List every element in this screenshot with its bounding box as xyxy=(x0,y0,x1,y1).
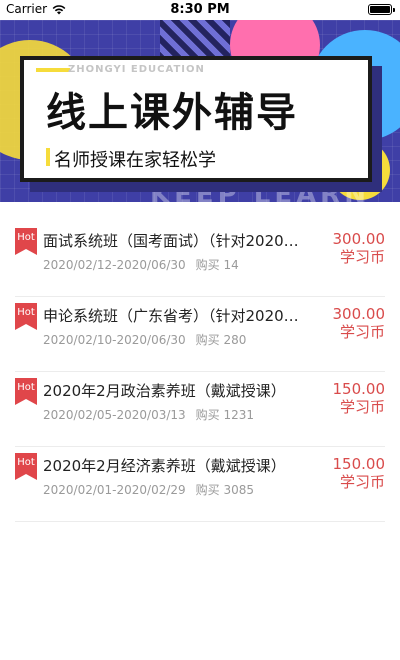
course-buy-count: 购买 1231 xyxy=(195,408,255,422)
banner-english-label: ZHONGYI EDUCATION xyxy=(68,64,205,75)
hot-badge: Hot xyxy=(15,378,37,405)
price-unit: 学习币 xyxy=(339,473,385,491)
price-value: 150.00 xyxy=(332,455,386,473)
hot-badge: Hot xyxy=(15,453,37,480)
status-time: 8:30 PM xyxy=(170,2,230,17)
price-unit: 学习币 xyxy=(339,323,385,341)
banner-subtitle: 名师授课在家轻松学 xyxy=(54,150,216,171)
course-buy-count: 购买 14 xyxy=(195,258,239,272)
course-buy-count: 购买 3085 xyxy=(195,483,255,497)
course-dates: 2020/02/12-2020/06/30 xyxy=(43,258,186,272)
course-dates: 2020/02/01-2020/02/29 xyxy=(43,483,186,497)
course-item[interactable]: Hot 面试系统班（国考面试）（针对2020… 2020/02/12-2020/… xyxy=(15,222,385,297)
banner-accent-bar xyxy=(36,68,70,72)
course-price: 300.00 学习币 xyxy=(333,230,386,266)
banner-deco-stripes xyxy=(160,20,230,60)
banner-subtitle-bar xyxy=(46,148,50,166)
price-value: 300.00 xyxy=(332,230,386,248)
course-meta: 2020/02/12-2020/06/30 购买 14 xyxy=(43,256,239,273)
course-meta: 2020/02/10-2020/06/30 购买 280 xyxy=(43,331,246,348)
price-value: 300.00 xyxy=(332,305,386,323)
course-meta: 2020/02/05-2020/03/13 购买 1231 xyxy=(43,406,254,423)
banner-card: ZHONGYI EDUCATION 线上课外辅导 名师授课在家轻松学 xyxy=(20,56,372,182)
hot-badge: Hot xyxy=(15,228,37,255)
price-unit: 学习币 xyxy=(339,248,385,266)
status-bar: Carrier 8:30 PM xyxy=(0,0,400,20)
promo-banner[interactable]: KEEP LEARN ZHONGYI EDUCATION 线上课外辅导 名师授课… xyxy=(0,20,400,202)
course-price: 150.00 学习币 xyxy=(333,455,386,491)
course-meta: 2020/02/01-2020/02/29 购买 3085 xyxy=(43,481,254,498)
banner-title: 线上课外辅导 xyxy=(46,90,298,136)
price-unit: 学习币 xyxy=(339,398,385,416)
course-item[interactable]: Hot 2020年2月经济素养班（戴斌授课） 2020/02/01-2020/0… xyxy=(15,447,385,522)
course-price: 300.00 学习币 xyxy=(333,305,386,341)
price-value: 150.00 xyxy=(332,380,386,398)
course-title: 面试系统班（国考面试）（针对2020… xyxy=(43,232,299,250)
course-list: Hot 面试系统班（国考面试）（针对2020… 2020/02/12-2020/… xyxy=(15,222,385,522)
course-title: 2020年2月政治素养班（戴斌授课） xyxy=(43,382,286,400)
course-buy-count: 购买 280 xyxy=(195,333,247,347)
battery-icon xyxy=(368,4,395,15)
course-dates: 2020/02/05-2020/03/13 xyxy=(43,408,186,422)
course-item[interactable]: Hot 2020年2月政治素养班（戴斌授课） 2020/02/05-2020/0… xyxy=(15,372,385,447)
course-item[interactable]: Hot 申论系统班（广东省考）（针对2020… 2020/02/10-2020/… xyxy=(15,297,385,372)
course-title: 申论系统班（广东省考）（针对2020… xyxy=(43,307,299,325)
course-dates: 2020/02/10-2020/06/30 xyxy=(43,333,186,347)
course-price: 150.00 学习币 xyxy=(333,380,386,416)
hot-badge: Hot xyxy=(15,303,37,330)
course-title: 2020年2月经济素养班（戴斌授课） xyxy=(43,457,286,475)
